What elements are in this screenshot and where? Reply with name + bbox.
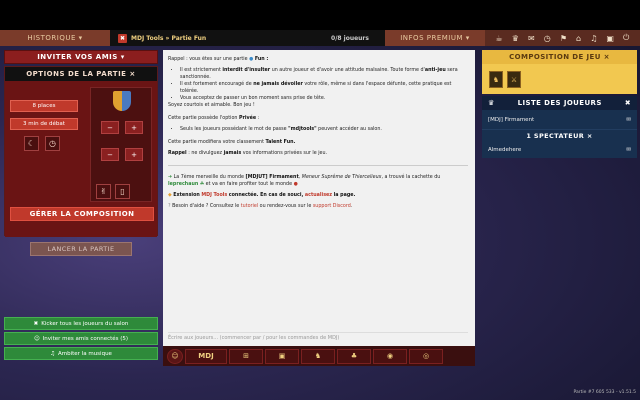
shuffle-icon[interactable]: ✖	[625, 99, 631, 107]
player-list-title: ♛ LISTE DES JOUEURS ✖	[482, 96, 637, 110]
grid-icon[interactable]: ⊞	[229, 348, 263, 364]
courtesy-text: Soyez courtois et aimable. Bon jeu !	[168, 103, 255, 108]
trophy-icon: ♛	[488, 99, 495, 107]
clover-icon: ☘	[199, 182, 205, 187]
composition-title[interactable]: COMPOSITION DE JEU ×	[482, 50, 637, 64]
left-panel: INVITER VOS AMIS ▾ OPTIONS DE LA PARTIE …	[4, 50, 158, 256]
discord-link[interactable]: support Discord	[313, 204, 351, 209]
player-count: 0/8 joueurs	[315, 30, 385, 46]
card-icon[interactable]: ▯	[115, 184, 130, 199]
message-icon[interactable]: ✉	[626, 117, 631, 123]
left-bottom-actions: ✖ Kicker tous les joueurs du salon ☺ Invit…	[4, 317, 158, 362]
launch-game-button[interactable]: LANCER LA PARTIE	[30, 242, 132, 256]
vote-icon[interactable]: ✌	[96, 184, 111, 199]
lock-icon[interactable]: ▣	[265, 348, 299, 364]
music-button[interactable]: ♫ Ambiter la musique	[4, 347, 158, 360]
gift-icon[interactable]: ✉	[528, 34, 535, 43]
bell-icon[interactable]: ♫	[590, 34, 597, 43]
player-row[interactable]: [MDJ] Firmament ✉	[482, 110, 637, 130]
help-icon: ?	[168, 204, 171, 209]
shield-icon	[113, 91, 131, 111]
clock-icon[interactable]: ◷	[45, 136, 60, 151]
minus-button[interactable]: −	[101, 148, 119, 161]
music-icon: ♫	[50, 350, 55, 357]
debat-field[interactable]: 3 min de débat	[10, 118, 78, 130]
game-options: OPTIONS DE LA PARTIE × 8 places 3 min de…	[4, 66, 158, 237]
extension-message: ◆ Extension MDJ Tools connectée. En cas …	[168, 193, 356, 198]
private-info: Cette partie possède l'option Privée :	[168, 116, 260, 121]
nav-icons: ☕ ♛ ✉ ◷ ⚑ ⌂ ♫ ▣ ⏻	[485, 30, 640, 46]
kick-icon: ✖	[33, 320, 39, 327]
mdj-logo-icon: ✖	[118, 33, 127, 43]
logout-icon[interactable]: ⏻	[623, 33, 629, 43]
plus-button[interactable]: +	[125, 148, 143, 161]
plus-button[interactable]: +	[125, 121, 143, 134]
home-icon[interactable]: ⌂	[576, 34, 581, 43]
nav-bar: HISTORIQUE ▾ ✖ MDJ Tools » Partie Fun 0/…	[0, 30, 640, 46]
options-title[interactable]: OPTIONS DE LA PARTIE ×	[5, 67, 157, 81]
game-title: ✖ MDJ Tools » Partie Fun	[110, 30, 315, 46]
cards-icon[interactable]: ♣	[337, 348, 371, 364]
flag-icon[interactable]: ⚑	[560, 34, 567, 43]
role-card-villager-icon[interactable]: ⚔	[507, 71, 521, 88]
right-panel: COMPOSITION DE JEU × ♞ ⚔ ♛ LISTE DES JOU…	[482, 50, 637, 158]
pm-row-1: − +	[101, 121, 143, 134]
eye-icon[interactable]: ◉	[373, 348, 407, 364]
chat-panel: Rappel : vous êtes sur une partie ● Fun …	[163, 50, 475, 366]
private-list: Seuls les joueurs possédant le mot de pa…	[180, 126, 468, 133]
places-field[interactable]: 8 places	[10, 100, 78, 112]
kick-all-button[interactable]: ✖ Kicker tous les joueurs du salon	[4, 317, 158, 330]
separator	[168, 165, 468, 166]
premium-menu[interactable]: INFOS PREMIUM ▾	[385, 30, 485, 46]
options-body: 8 places 3 min de débat ☾ ◷ − + − + ✌ ▯ …	[5, 81, 157, 237]
help-message: ? Besoin d'aide ? Consultez le tutoriel …	[168, 204, 353, 209]
extension-icon: ◆	[168, 193, 172, 198]
clock-icon[interactable]: ◷	[544, 34, 551, 43]
tab-mdj[interactable]: MDJ	[185, 348, 227, 364]
wolf-icon[interactable]: ♞	[301, 348, 335, 364]
moon-icon[interactable]: ☾	[24, 136, 39, 151]
smiley-icon[interactable]: ☺	[167, 348, 183, 364]
user-icon: ☺	[33, 335, 40, 342]
role-card-wolf-icon[interactable]: ♞	[489, 71, 503, 88]
coin-icon[interactable]: ◎	[409, 348, 443, 364]
chat-input[interactable]: Écrire aux joueurs... (commencer par / p…	[168, 332, 468, 344]
chat-messages: Rappel : vous êtes sur une partie ● Fun …	[168, 56, 468, 326]
historique-menu[interactable]: HISTORIQUE ▾	[0, 30, 110, 46]
invite-online-friends-button[interactable]: ☺ Inviter mes amis connectés (5)	[4, 332, 158, 345]
message-icon[interactable]: ✉	[626, 147, 631, 153]
cup-icon[interactable]: ☕	[496, 34, 503, 43]
options-right: − + − + ✌ ▯	[90, 87, 152, 202]
rules-list: Il est strictement interdit d'insulter u…	[180, 67, 468, 102]
talent-info: Cette partie modifiera votre classement …	[168, 140, 296, 145]
pm-row-2: − +	[101, 148, 143, 161]
invite-friends-button[interactable]: INVITER VOS AMIS ▾	[4, 50, 158, 64]
leaderboard-icon[interactable]: ♛	[512, 34, 519, 43]
leprechaun-message: ➜ La 7ème merveille du monde [MDJUT] Fir…	[168, 175, 441, 187]
spectator-row[interactable]: Almedehere ✉	[482, 142, 637, 158]
privacy-reminder: Rappel : ne divulguez jamais vos informa…	[168, 151, 328, 156]
spectator-title[interactable]: 1 SPECTATEUR ×	[482, 130, 637, 142]
refresh-link[interactable]: actualisez	[305, 193, 332, 198]
lock-icon[interactable]: ▣	[606, 34, 614, 43]
chat-toolbar: ☺ MDJ ⊞ ▣ ♞ ♣ ◉ ◎	[163, 346, 475, 366]
manage-composition-button[interactable]: GÉRER LA COMPOSITION	[10, 207, 154, 221]
tutorial-link[interactable]: tutoriel	[241, 204, 258, 209]
rules-intro: Rappel : vous êtes sur une partie ● Fun …	[168, 57, 269, 62]
option-bottom-icons: ✌ ▯	[96, 184, 130, 199]
footer-version: Partie #7 605 533 - v1.51.5	[573, 390, 636, 395]
composition-cards: ♞ ⚔	[482, 64, 637, 94]
option-icons: ☾ ◷	[10, 136, 78, 151]
options-left: 8 places 3 min de débat ☾ ◷	[10, 100, 78, 151]
minus-button[interactable]: −	[101, 121, 119, 134]
bomb-icon: ●	[293, 182, 298, 187]
